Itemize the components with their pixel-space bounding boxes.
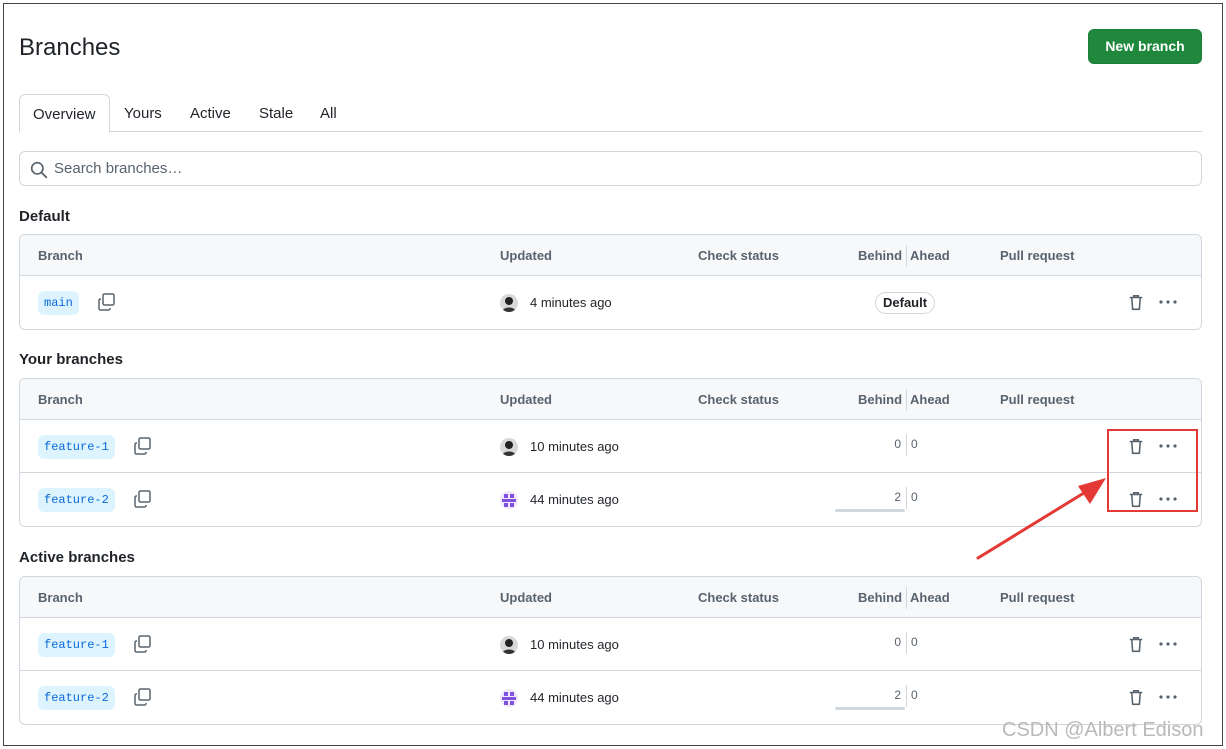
annotation-highlight-box (1107, 429, 1198, 512)
updated-time: 4 minutes ago (530, 295, 612, 310)
col-divider (906, 389, 907, 411)
table-header: Branch Updated Check status Behind Ahead… (20, 235, 1201, 276)
behind-count: 0 (894, 437, 901, 451)
branch-name-link[interactable]: main (38, 291, 79, 315)
section-title-default: Default (19, 208, 70, 225)
table-row: main 4 minutes ago Default (20, 276, 1201, 329)
branch-name-link[interactable]: feature-2 (38, 686, 115, 710)
col-pull-request: Pull request (1000, 590, 1075, 605)
section-title-active: Active branches (19, 549, 135, 566)
page-title: Branches (19, 34, 121, 61)
new-branch-button[interactable]: New branch (1088, 29, 1202, 64)
avatar (500, 491, 518, 509)
updated-time: 10 minutes ago (530, 439, 619, 454)
col-check-status: Check status (698, 248, 779, 263)
copy-icon[interactable] (133, 687, 153, 707)
col-ahead: Ahead (910, 392, 950, 407)
branch-name-link[interactable]: feature-1 (38, 633, 115, 657)
col-branch: Branch (38, 248, 83, 263)
page-frame: Branches New branch Overview Yours Activ… (3, 3, 1223, 746)
tab-overview[interactable]: Overview (19, 94, 110, 133)
table-row: feature-1 10 minutes ago 0 0 (20, 618, 1201, 671)
table-row: feature-1 10 minutes ago 0 0 (20, 420, 1201, 473)
ahead-count: 0 (911, 437, 918, 451)
tab-stale[interactable]: Stale (246, 94, 306, 133)
col-updated: Updated (500, 590, 552, 605)
col-ahead: Ahead (910, 590, 950, 605)
branch-name-link[interactable]: feature-2 (38, 488, 115, 512)
copy-icon[interactable] (133, 489, 153, 509)
col-branch: Branch (38, 590, 83, 605)
updated-time: 10 minutes ago (530, 637, 619, 652)
trash-icon[interactable] (1127, 688, 1145, 706)
default-branches-table: Branch Updated Check status Behind Ahead… (19, 234, 1202, 330)
ahead-count: 0 (911, 688, 918, 702)
updated-time: 44 minutes ago (530, 492, 619, 507)
kebab-horizontal-icon[interactable] (1158, 635, 1178, 653)
copy-icon[interactable] (133, 634, 153, 654)
copy-icon[interactable] (133, 436, 153, 456)
behind-ahead-divider (906, 685, 907, 707)
annotation-arrow-icon (976, 478, 1106, 560)
col-pull-request: Pull request (1000, 392, 1075, 407)
col-ahead: Ahead (910, 248, 950, 263)
updated-time: 44 minutes ago (530, 690, 619, 705)
search-box[interactable] (19, 151, 1202, 186)
table-header: Branch Updated Check status Behind Ahead… (20, 577, 1201, 618)
behind-count: 2 (894, 490, 901, 504)
default-badge: Default (875, 292, 936, 314)
col-branch: Branch (38, 392, 83, 407)
kebab-horizontal-icon[interactable] (1158, 688, 1178, 706)
col-behind: Behind (858, 590, 903, 605)
ahead-count: 0 (911, 635, 918, 649)
avatar (500, 689, 518, 707)
search-icon (30, 161, 48, 179)
tab-active[interactable]: Active (177, 94, 244, 133)
avatar (500, 294, 518, 312)
copy-icon[interactable] (97, 292, 117, 312)
col-check-status: Check status (698, 590, 779, 605)
trash-icon[interactable] (1127, 635, 1145, 653)
search-input[interactable] (54, 152, 1154, 185)
ahead-count: 0 (911, 490, 918, 504)
behind-ahead-divider (906, 487, 907, 509)
col-check-status: Check status (698, 392, 779, 407)
active-branches-table: Branch Updated Check status Behind Ahead… (19, 576, 1202, 725)
behind-ahead-divider (906, 632, 907, 654)
tab-all[interactable]: All (307, 94, 350, 133)
behind-ahead-divider (906, 434, 907, 456)
col-divider (906, 587, 907, 609)
watermark: CSDN @Albert Edison (1002, 719, 1204, 741)
avatar (500, 636, 518, 654)
behind-bar (835, 707, 905, 710)
col-pull-request: Pull request (1000, 248, 1075, 263)
branch-name-link[interactable]: feature-1 (38, 435, 115, 459)
col-updated: Updated (500, 248, 552, 263)
behind-count: 2 (894, 688, 901, 702)
col-behind: Behind (858, 392, 903, 407)
section-title-yours: Your branches (19, 351, 123, 368)
table-header: Branch Updated Check status Behind Ahead… (20, 379, 1201, 420)
behind-bar (835, 509, 905, 512)
kebab-horizontal-icon[interactable] (1158, 293, 1178, 311)
avatar (500, 438, 518, 456)
col-divider (906, 245, 907, 267)
col-behind: Behind (858, 248, 903, 263)
trash-icon[interactable] (1127, 293, 1145, 311)
behind-count: 0 (894, 635, 901, 649)
col-updated: Updated (500, 392, 552, 407)
tab-bar: Overview Yours Active Stale All (19, 94, 1202, 133)
tab-yours[interactable]: Yours (111, 94, 175, 133)
table-row: feature-2 44 minutes ago 2 0 (20, 671, 1201, 724)
